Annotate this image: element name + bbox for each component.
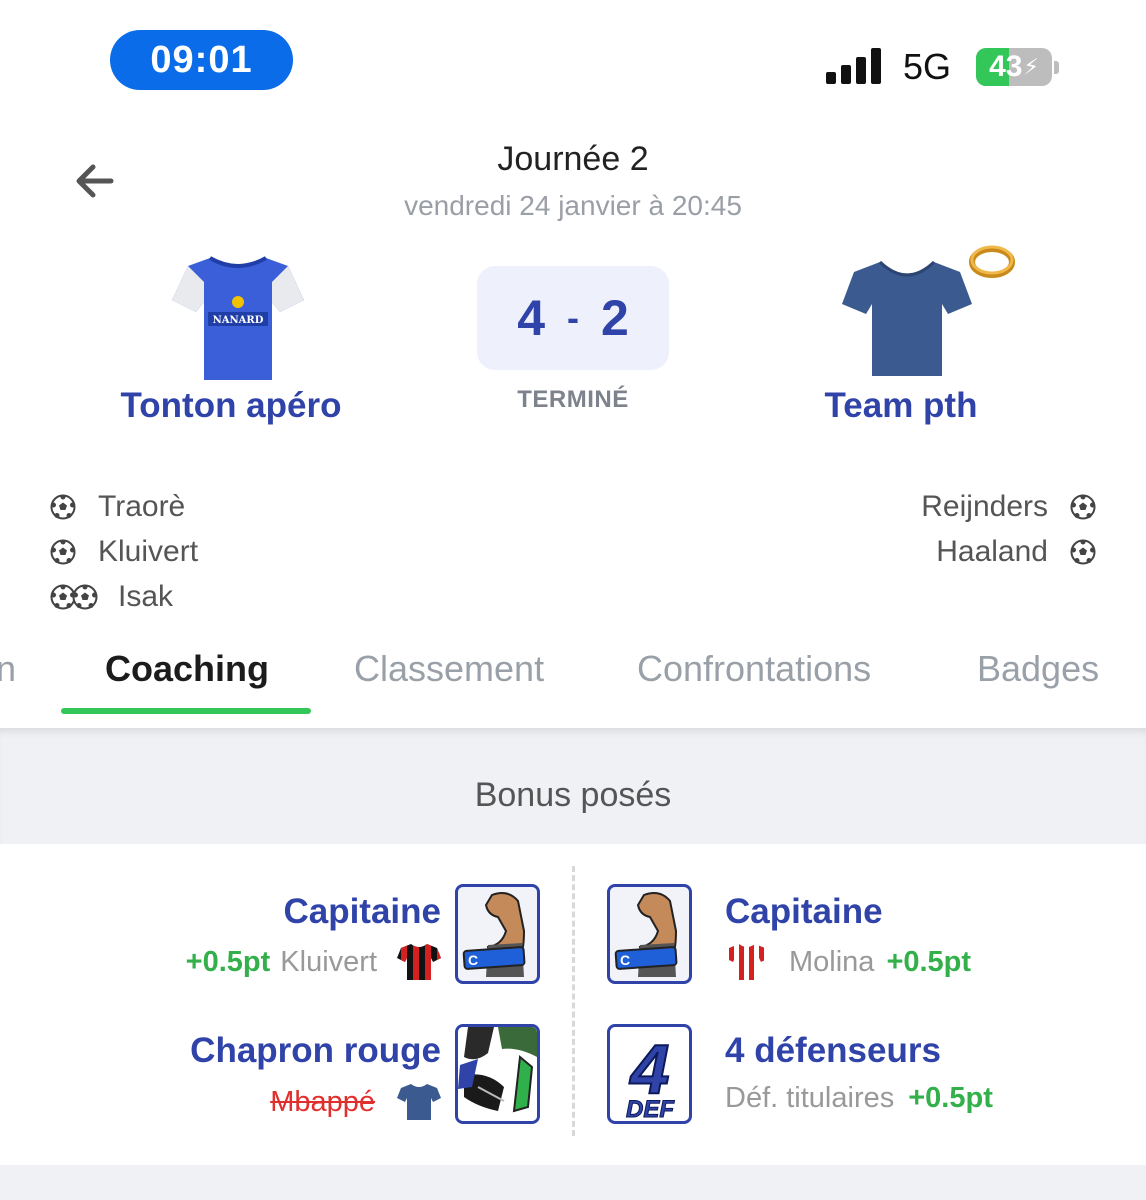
signal-strength-icon <box>826 48 886 84</box>
away-scorer-name: Haaland <box>936 535 1048 568</box>
network-type: 5G <box>903 46 952 87</box>
four-def-icon[interactable]: 4 DEF <box>607 1024 692 1124</box>
home-bonus-title: Chapron rouge <box>190 1031 441 1070</box>
soccer-ball-icon <box>50 539 76 565</box>
bottom-band <box>0 1165 1146 1200</box>
captain-armband-icon[interactable]: C <box>607 884 692 984</box>
home-scorer: Kluivert <box>50 535 198 569</box>
bonus-section-title: Bonus posés <box>474 776 672 814</box>
soccer-ball-icon <box>1070 494 1096 520</box>
away-scorer: Reijnders <box>921 490 1096 524</box>
active-tab-indicator <box>61 708 311 714</box>
tab-classement[interactable]: Classement <box>354 648 544 690</box>
bonus-divider <box>572 866 575 1136</box>
home-team-name[interactable]: Tonton apéro <box>90 386 372 426</box>
away-score: 2 <box>601 290 629 346</box>
home-scorer: Traorè <box>50 490 185 524</box>
soccer-ball-icon <box>1070 539 1096 565</box>
away-bonus-title: 4 défenseurs <box>725 1031 941 1070</box>
home-scorer: Isak <box>50 580 173 614</box>
match-status: TERMINÉ <box>517 386 629 413</box>
away-team-name[interactable]: Team pth <box>780 386 1022 426</box>
tab-coaching[interactable]: Coaching <box>105 648 269 690</box>
bonus-detail: Déf. titulaires <box>725 1082 895 1114</box>
tab-badges[interactable]: Badges <box>977 648 1099 690</box>
away-bonus-title: Capitaine <box>725 892 883 931</box>
home-scorer-name: Kluivert <box>98 535 199 568</box>
battery-percent: 43 <box>989 50 1023 83</box>
home-scorer-name: Traorè <box>98 490 186 523</box>
away-bonus-detail: Déf. titulaires +0.5pt <box>725 1082 993 1115</box>
soccer-ball-icon <box>72 584 98 610</box>
bonus-points: +0.5pt <box>908 1082 993 1114</box>
battery-tip <box>1054 61 1059 74</box>
bonus-points: +0.5pt <box>185 945 271 978</box>
away-scorer-name: Reijnders <box>921 490 1048 523</box>
battery-icon: 43 ⚡ <box>976 48 1052 86</box>
tab-confrontations[interactable]: Confrontations <box>637 648 871 690</box>
bonus-player: Kluivert <box>280 945 377 978</box>
bonus-points: +0.5pt <box>886 945 972 978</box>
tab-partial[interactable]: n <box>0 648 16 690</box>
soccer-ball-icon <box>50 494 76 520</box>
home-bonus-title: Capitaine <box>283 892 441 931</box>
navy-shirt-icon <box>397 1084 441 1120</box>
score-separator: - <box>567 297 579 338</box>
match-date: vendredi 24 janvier à 20:45 <box>404 190 742 221</box>
home-bonus-detail: +0.5pt Kluivert <box>186 942 441 982</box>
red-black-striped-shirt-icon <box>397 944 441 980</box>
home-scorer-name: Isak <box>118 580 174 613</box>
captain-armband-icon[interactable]: C <box>455 884 540 984</box>
home-jersey-sponsor: NANARD <box>213 315 264 326</box>
page-title: Journée 2 <box>497 140 649 178</box>
svg-text:C: C <box>468 952 478 968</box>
away-bonus-detail: Molina +0.5pt <box>725 942 971 982</box>
four-def-label: DEF <box>626 1096 675 1121</box>
score-box: 4 - 2 <box>477 266 669 370</box>
red-card-tackle-icon[interactable] <box>455 1024 540 1124</box>
away-jersey-icon[interactable] <box>840 258 974 380</box>
away-scorer: Haaland <box>936 535 1096 569</box>
home-jersey-icon[interactable]: NANARD <box>170 252 306 384</box>
home-bonus-detail: Mbappé <box>270 1082 441 1122</box>
bonus-player: Molina <box>789 945 875 978</box>
bonus-player-cancelled: Mbappé <box>270 1085 375 1118</box>
ring-icon <box>969 245 1015 278</box>
status-time: 09:01 <box>110 30 293 90</box>
tab-bar: n Coaching Classement Confrontations Bad… <box>0 630 1146 730</box>
red-white-striped-shirt-icon <box>725 944 769 980</box>
svg-text:C: C <box>620 952 630 968</box>
home-score: 4 <box>517 290 545 346</box>
status-bar: 09:01 5G 43 ⚡ <box>0 0 1146 110</box>
